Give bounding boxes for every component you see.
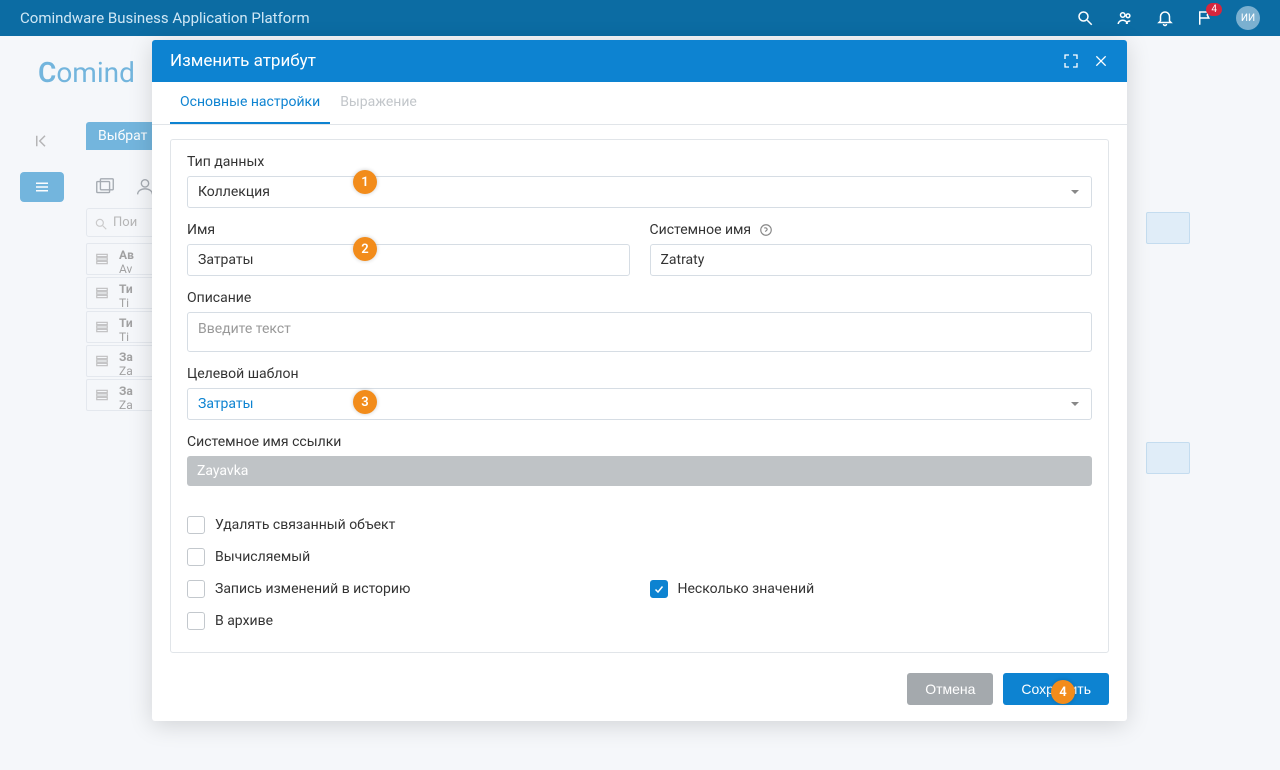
input-system-name[interactable]: Zatraty: [650, 244, 1093, 276]
label-system-name: Системное имя: [650, 222, 1093, 238]
checkbox-grid: Удалять связанный объект Вычисляемый Зап…: [187, 516, 1092, 630]
bell-icon[interactable]: [1156, 9, 1174, 27]
annotation-2: 2: [353, 237, 377, 261]
check-archived[interactable]: В архиве: [187, 612, 630, 630]
check-computed[interactable]: Вычисляемый: [187, 548, 630, 566]
input-link-sys-name: Zayavka: [187, 456, 1092, 486]
input-name[interactable]: Затраты: [187, 244, 630, 276]
users-icon[interactable]: [1116, 9, 1134, 27]
app-header: Comindware Business Application Platform…: [0, 0, 1280, 36]
app-title: Comindware Business Application Platform: [20, 9, 1076, 27]
label-description: Описание: [187, 290, 1092, 306]
modal-tabs: Основные настройки Выражение: [152, 82, 1127, 125]
checkbox-icon: [187, 516, 205, 534]
search-icon[interactable]: [1076, 9, 1094, 27]
modal-footer: Отмена Сохранить: [152, 663, 1127, 721]
tab-expression[interactable]: Выражение: [330, 82, 427, 124]
edit-attribute-modal: Изменить атрибут Основные настройки Выра…: [152, 40, 1127, 721]
textarea-description[interactable]: Введите текст: [187, 312, 1092, 352]
annotation-1: 1: [353, 170, 377, 194]
checkbox-icon: [187, 548, 205, 566]
label-link-sys-name: Системное имя ссылки: [187, 434, 1092, 450]
check-delete-related[interactable]: Удалять связанный объект: [187, 516, 630, 534]
select-data-type[interactable]: Коллекция: [187, 176, 1092, 208]
label-data-type: Тип данных: [187, 154, 1092, 170]
tab-main-settings[interactable]: Основные настройки: [170, 82, 330, 124]
header-icons: 4 ИИ: [1076, 6, 1260, 30]
avatar[interactable]: ИИ: [1236, 6, 1260, 30]
check-multiple-values[interactable]: Несколько значений: [650, 580, 1093, 598]
select-target-template[interactable]: Затраты: [187, 388, 1092, 420]
modal-header: Изменить атрибут: [152, 40, 1127, 82]
annotation-4: 4: [1051, 680, 1075, 704]
notification-badge: 4: [1206, 3, 1222, 16]
fullscreen-icon[interactable]: [1063, 53, 1079, 69]
cancel-button[interactable]: Отмена: [907, 673, 993, 705]
form-panel: Тип данных Коллекция Имя Затраты Системн…: [170, 139, 1109, 653]
checkbox-checked-icon: [650, 580, 668, 598]
check-audit[interactable]: Запись изменений в историю: [187, 580, 630, 598]
label-target-template: Целевой шаблон: [187, 366, 1092, 382]
checkbox-icon: [187, 612, 205, 630]
close-icon[interactable]: [1093, 53, 1109, 69]
info-icon[interactable]: [759, 223, 773, 237]
modal-title: Изменить атрибут: [170, 51, 1049, 71]
checkbox-icon: [187, 580, 205, 598]
flag-icon[interactable]: 4: [1196, 9, 1214, 27]
label-name: Имя: [187, 222, 630, 238]
annotation-3: 3: [353, 390, 377, 414]
